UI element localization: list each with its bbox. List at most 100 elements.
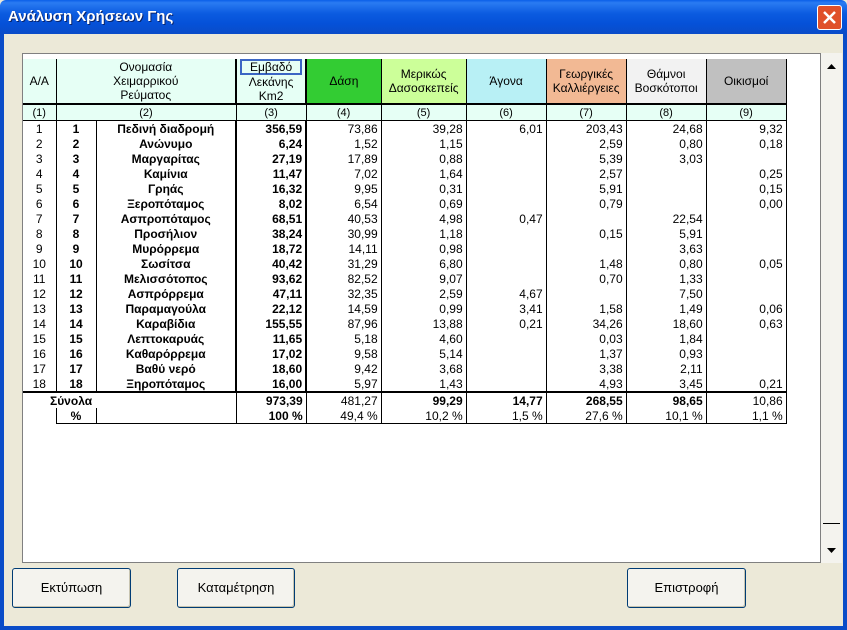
table-row[interactable]: 2 2 Ανώνυμο 6,24 1,52 1,15 2,59 0,80 0,18	[23, 136, 787, 151]
cell-forest[interactable]: 7,02	[306, 166, 382, 181]
scroll-up-icon[interactable]	[822, 58, 841, 75]
table-row[interactable]: 15 15 Λεπτοκαρυάς 11,65 5,18 4,60 0,03 1,84	[23, 331, 787, 346]
cell-forest[interactable]: 9,95	[306, 181, 382, 196]
cell-aa[interactable]: 10	[23, 256, 57, 271]
table-row[interactable]: 1 1 Πεδινή διαδρομή 356,59 73,86 39,28 6,01 203…	[23, 120, 787, 136]
land-use-sheet[interactable]: Α/Α Ονομασία Χειμαρρικού Ρεύματος Εμβαδό…	[22, 53, 821, 563]
cell-name[interactable]: Ασπροπόταμος	[96, 211, 237, 226]
cell-barren[interactable]	[466, 376, 547, 393]
cell-name[interactable]: Ανώνυμο	[96, 136, 237, 151]
cell-shrub[interactable]: 5,91	[626, 226, 707, 241]
cell-barren[interactable]	[466, 196, 547, 211]
cell-partial[interactable]: 39,28	[381, 120, 467, 136]
cell-code[interactable]: 14	[56, 316, 97, 331]
cell-partial[interactable]: 3,68	[381, 361, 467, 376]
cell-barren[interactable]: 4,67	[466, 286, 547, 301]
cell-partial[interactable]: 0,31	[381, 181, 467, 196]
cell-code[interactable]: 15	[56, 331, 97, 346]
cell-barren[interactable]	[466, 361, 547, 376]
scroll-down-icon[interactable]	[822, 542, 841, 559]
cell-area[interactable]: 6,24	[234, 136, 308, 151]
cell-agri[interactable]: 1,37	[546, 346, 627, 361]
cell-forest[interactable]: 5,18	[306, 331, 382, 346]
cell-agri[interactable]	[546, 241, 627, 256]
cell-settle[interactable]: 9,32	[706, 120, 787, 136]
cell-forest[interactable]: 6,54	[306, 196, 382, 211]
header-area-selected-cell[interactable]: Εμβαδό	[240, 59, 303, 75]
cell-partial[interactable]: 5,14	[381, 346, 467, 361]
cell-name[interactable]: Πεδινή διαδρομή	[96, 120, 237, 136]
table-row[interactable]: 11 11 Μελισσότοπος 93,62 82,52 9,07 0,70 1,33	[23, 271, 787, 286]
cell-settle[interactable]: 0,21	[706, 376, 787, 393]
cell-code[interactable]: 18	[56, 376, 97, 393]
cell-forest[interactable]: 17,89	[306, 151, 382, 166]
cell-code[interactable]: 1	[56, 120, 97, 136]
cell-area[interactable]: 93,62	[234, 271, 308, 286]
cell-partial[interactable]: 1,18	[381, 226, 467, 241]
cell-settle[interactable]	[706, 151, 787, 166]
table-row[interactable]: 9 9 Μυρόρρεμα 18,72 14,11 0,98 3,63	[23, 241, 787, 256]
cell-area[interactable]: 17,02	[234, 346, 308, 361]
cell-code[interactable]: 13	[56, 301, 97, 316]
cell-aa[interactable]: 5	[23, 181, 57, 196]
cell-agri[interactable]: 0,03	[546, 331, 627, 346]
cell-barren[interactable]	[466, 331, 547, 346]
cell-shrub[interactable]: 3,45	[626, 376, 707, 393]
table-row[interactable]: 4 4 Καμίνια 11,47 7,02 1,64 2,57 0,25	[23, 166, 787, 181]
cell-forest[interactable]: 87,96	[306, 316, 382, 331]
cell-partial[interactable]: 4,98	[381, 211, 467, 226]
cell-barren[interactable]: 6,01	[466, 120, 547, 136]
cell-area[interactable]: 8,02	[234, 196, 308, 211]
cell-shrub[interactable]	[626, 181, 707, 196]
cell-agri[interactable]	[546, 286, 627, 301]
cell-shrub[interactable]: 1,84	[626, 331, 707, 346]
cell-barren[interactable]	[466, 226, 547, 241]
cell-settle[interactable]: 0,15	[706, 181, 787, 196]
cell-aa[interactable]: 2	[23, 136, 57, 151]
cell-code[interactable]: 9	[56, 241, 97, 256]
cell-name[interactable]: Καραβίδια	[96, 316, 237, 331]
cell-shrub[interactable]: 1,33	[626, 271, 707, 286]
cell-barren[interactable]	[466, 181, 547, 196]
cell-partial[interactable]: 6,80	[381, 256, 467, 271]
cell-partial[interactable]: 1,15	[381, 136, 467, 151]
cell-code[interactable]: 17	[56, 361, 97, 376]
cell-aa[interactable]: 16	[23, 346, 57, 361]
cell-shrub[interactable]: 0,93	[626, 346, 707, 361]
cell-partial[interactable]: 1,64	[381, 166, 467, 181]
cell-name[interactable]: Γρηάς	[96, 181, 237, 196]
cell-code[interactable]: 10	[56, 256, 97, 271]
cell-partial[interactable]: 0,99	[381, 301, 467, 316]
cell-settle[interactable]	[706, 211, 787, 226]
cell-agri[interactable]	[546, 211, 627, 226]
cell-area[interactable]: 22,12	[234, 301, 308, 316]
cell-agri[interactable]: 4,93	[546, 376, 627, 393]
measure-button[interactable]: Καταμέτρηση	[177, 568, 295, 608]
cell-name[interactable]: Ασπρόρρεμα	[96, 286, 237, 301]
cell-settle[interactable]: 0,00	[706, 196, 787, 211]
cell-name[interactable]: Προσήλιον	[96, 226, 237, 241]
cell-name[interactable]: Μελισσότοπος	[96, 271, 237, 286]
cell-settle[interactable]	[706, 286, 787, 301]
table-row[interactable]: 17 17 Βαθύ νερό 18,60 9,42 3,68 3,38 2,11	[23, 361, 787, 376]
cell-code[interactable]: 2	[56, 136, 97, 151]
cell-partial[interactable]: 0,88	[381, 151, 467, 166]
cell-aa[interactable]: 3	[23, 151, 57, 166]
table-row[interactable]: 6 6 Ξεροπόταμος 8,02 6,54 0,69 0,79 0,00	[23, 196, 787, 211]
cell-code[interactable]: 8	[56, 226, 97, 241]
cell-settle[interactable]	[706, 331, 787, 346]
cell-forest[interactable]: 30,99	[306, 226, 382, 241]
cell-shrub[interactable]: 24,68	[626, 120, 707, 136]
cell-aa[interactable]: 4	[23, 166, 57, 181]
cell-aa[interactable]: 12	[23, 286, 57, 301]
cell-area[interactable]: 155,55	[234, 316, 308, 331]
cell-area[interactable]: 18,60	[234, 361, 308, 376]
return-button[interactable]: Επιστροφή	[627, 568, 746, 608]
cell-agri[interactable]: 0,79	[546, 196, 627, 211]
cell-shrub[interactable]: 0,80	[626, 136, 707, 151]
cell-area[interactable]: 18,72	[234, 241, 308, 256]
cell-code[interactable]: 16	[56, 346, 97, 361]
cell-aa[interactable]: 18	[23, 376, 57, 393]
cell-code[interactable]: 6	[56, 196, 97, 211]
cell-name[interactable]: Λεπτοκαρυάς	[96, 331, 237, 346]
